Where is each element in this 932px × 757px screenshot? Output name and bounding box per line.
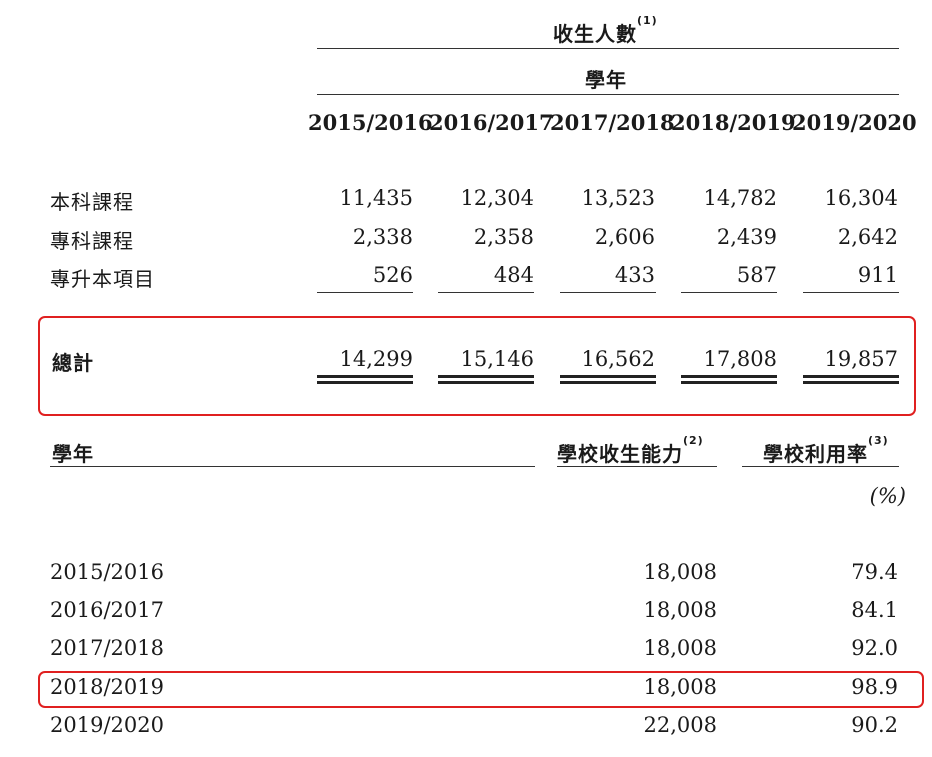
cell: 2,606 [594,225,655,249]
util-capacity-cell: 22,008 [643,713,717,737]
total-cell: 17,808 [703,347,777,371]
util-col-rate-text: 學校利用率 [763,442,868,466]
util-capacity-cell: 18,008 [643,675,717,699]
row-label-undergraduate: 本科課程 [50,190,134,214]
util-rate-cell: 92.0 [851,636,898,660]
cell: 14,782 [703,186,777,210]
util-col-capacity-text: 學校收生能力 [557,442,683,466]
total-double-rule [317,381,413,384]
cell: 11,435 [339,186,413,210]
year-header-2: 2017/2018 [550,110,675,135]
subtotal-rule [803,292,899,293]
util-year-cell: 2017/2018 [50,636,164,660]
total-cell: 14,299 [339,347,413,371]
total-double-rule [681,381,777,384]
total-cell: 19,857 [824,347,898,371]
enrollment-title-text: 收生人數 [553,22,637,46]
subtotal-rule [317,292,413,293]
year-header-3: 2018/2019 [671,110,796,135]
cell: 2,338 [352,225,413,249]
cell: 433 [614,263,655,287]
util-col-rate: 學校利用率(3) [763,434,889,467]
util-year-cell: 2019/2020 [50,713,164,737]
row-label-diploma: 專科課程 [50,229,134,253]
util-unit: (%) [869,484,906,508]
cell: 526 [372,263,413,287]
row-highlight-box [38,671,924,708]
util-year-cell: 2018/2019 [50,675,164,699]
util-year-cell: 2015/2016 [50,560,164,584]
total-cell: 16,562 [581,347,655,371]
util-col-capacity: 學校收生能力(2) [557,434,704,467]
total-cell: 15,146 [460,347,534,371]
enrollment-subtitle: 學年 [585,68,627,92]
util-capacity-cell: 18,008 [643,598,717,622]
cell: 16,304 [824,186,898,210]
year-header-1: 2016/2017 [429,110,554,135]
util-col-capacity-rule [557,466,717,467]
total-double-rule [803,375,899,378]
total-double-rule [681,375,777,378]
cell: 484 [493,263,534,287]
util-capacity-cell: 18,008 [643,560,717,584]
cell: 587 [736,263,777,287]
subtotal-rule [438,292,534,293]
util-rate-cell: 98.9 [851,675,898,699]
enrollment-title-note: (1) [637,14,658,27]
row-label-total: 總計 [52,351,94,375]
title-rule [317,48,899,49]
util-rate-cell: 90.2 [851,713,898,737]
enrollment-title: 收生人數(1) [553,14,658,47]
total-double-rule [560,375,656,378]
util-rate-cell: 84.1 [851,598,898,622]
util-col-year: 學年 [52,442,94,466]
cell: 12,304 [460,186,534,210]
total-double-rule [317,375,413,378]
util-col-capacity-note: (2) [683,434,704,447]
subtotal-rule [681,292,777,293]
cell: 2,642 [837,225,898,249]
cell: 2,439 [716,225,777,249]
subtotal-rule [560,292,656,293]
cell: 911 [857,263,898,287]
total-double-rule [438,381,534,384]
total-double-rule [438,375,534,378]
util-capacity-cell: 18,008 [643,636,717,660]
total-double-rule [803,381,899,384]
util-year-cell: 2016/2017 [50,598,164,622]
util-col-rate-rule [742,466,899,467]
subtitle-rule [317,94,899,95]
cell: 2,358 [473,225,534,249]
row-label-upgrade: 專升本項目 [50,267,155,291]
util-rate-cell: 79.4 [851,560,898,584]
year-header-0: 2015/2016 [308,110,433,135]
total-double-rule [560,381,656,384]
util-col-rate-note: (3) [868,434,889,447]
year-header-4: 2019/2020 [792,110,917,135]
util-col-year-rule [50,466,535,467]
cell: 13,523 [581,186,655,210]
